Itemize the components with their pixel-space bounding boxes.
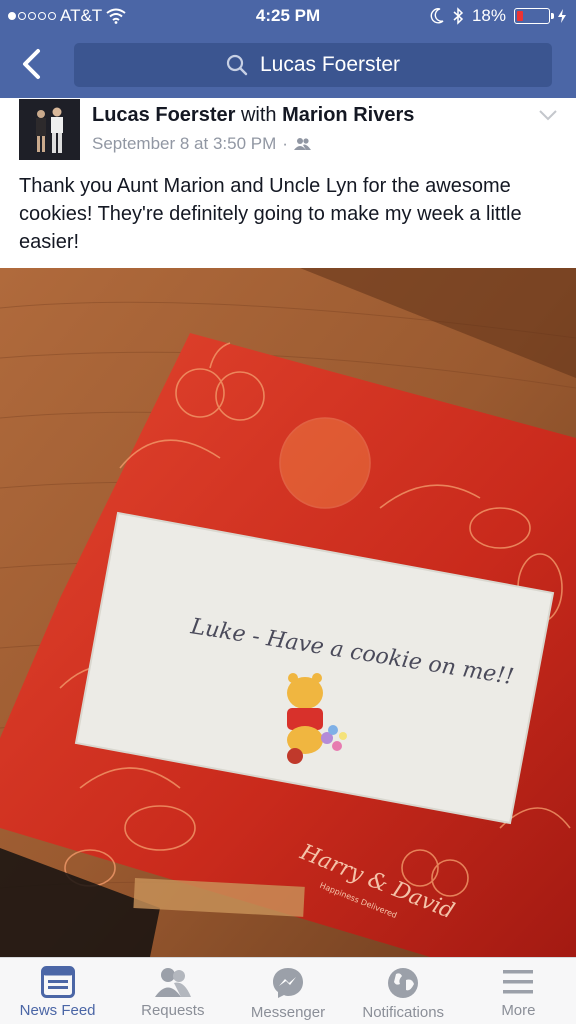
post-meta: September 8 at 3:50 PM ·	[92, 134, 312, 154]
globe-icon	[388, 968, 419, 998]
tab-label: Requests	[141, 1002, 205, 1019]
battery-icon	[514, 8, 554, 24]
back-chevron-icon[interactable]	[18, 48, 48, 80]
tab-label: News Feed	[19, 1002, 96, 1019]
post-author-line: Lucas Foerster with Marion Rivers	[92, 104, 414, 127]
post-timestamp[interactable]: September 8 at 3:50 PM	[92, 134, 276, 154]
battery-percent: 18%	[471, 6, 506, 25]
search-field[interactable]: Lucas Foerster	[74, 43, 552, 87]
status-right: 18%	[430, 6, 566, 26]
tab-notifications[interactable]: Notifications	[346, 958, 461, 1024]
tab-news-feed[interactable]: News Feed	[0, 958, 115, 1024]
hamburger-icon	[503, 970, 534, 994]
tab-more[interactable]: More	[461, 958, 576, 1024]
search-text: Lucas Foerster	[259, 53, 401, 76]
author-name[interactable]: Lucas Foerster	[92, 104, 235, 126]
top-bar: AT&T 4:25 PM 18% Lucas Foerster	[0, 0, 576, 98]
search-icon	[226, 54, 248, 76]
news-feed-icon	[40, 966, 75, 998]
bottom-tab-bar: News Feed Requests Messenger Notificatio…	[0, 957, 576, 1024]
tab-messenger[interactable]: Messenger	[230, 958, 345, 1024]
messenger-icon	[273, 968, 303, 998]
do-not-disturb-moon-icon	[430, 8, 444, 24]
friends-privacy-icon	[293, 138, 311, 150]
tab-label: Notifications	[362, 1004, 445, 1021]
bluetooth-icon	[453, 7, 464, 25]
meta-separator: ·	[282, 134, 288, 153]
tab-label: More	[501, 1002, 536, 1019]
charging-bolt-icon	[558, 9, 566, 23]
author-avatar[interactable]	[19, 99, 80, 160]
tab-requests[interactable]: Requests	[115, 958, 230, 1024]
tab-label: Messenger	[250, 1004, 326, 1021]
post-text: Thank you Aunt Marion and Uncle Lyn for …	[19, 175, 522, 253]
post-photo[interactable]: Luke - Have a cookie on me!! Harry & Dav…	[0, 268, 576, 957]
post-options-chevron-icon[interactable]	[538, 108, 558, 122]
with-word: with	[240, 104, 277, 126]
status-bar: AT&T 4:25 PM 18%	[0, 0, 576, 34]
tagged-friend[interactable]: Marion Rivers	[282, 104, 414, 126]
friend-requests-icon	[154, 968, 191, 997]
